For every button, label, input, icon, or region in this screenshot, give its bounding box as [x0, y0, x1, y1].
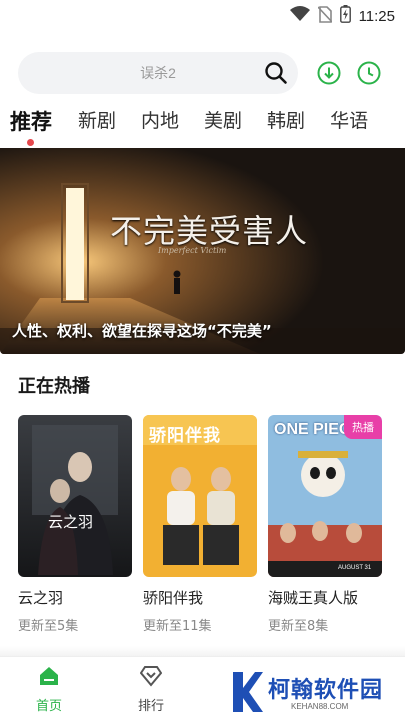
search-placeholder: 误杀2 [140, 65, 176, 81]
search-icon[interactable] [264, 61, 288, 89]
tab-us[interactable]: 美剧 [204, 106, 242, 133]
nav-home[interactable]: 首页 [14, 665, 84, 714]
banner-subtitle: Imperfect Victim [158, 246, 227, 255]
no-sim-icon [316, 5, 333, 27]
tab-label: 美剧 [204, 110, 243, 132]
watermark-site: KEHAN88.COM [291, 702, 349, 711]
tab-label: 内地 [141, 110, 180, 132]
bottom-nav: 首页 排行 柯翰软件园 KEHAN88.COM [0, 656, 405, 720]
episode-status: 更新至5集 [18, 619, 79, 634]
tab-new[interactable]: 新剧 [78, 106, 116, 133]
home-icon [38, 667, 60, 691]
show-poster: ONE PIECE AUGUST 31 热播 [268, 415, 382, 577]
history-clock-icon[interactable] [357, 61, 381, 85]
section-title: 正在热播 [18, 376, 90, 397]
show-poster: 云之羽 [18, 415, 132, 577]
watermark: 柯翰软件园 KEHAN88.COM [205, 664, 405, 720]
tab-label: 新剧 [78, 110, 117, 132]
show-name: 骄阳伴我 [143, 589, 204, 607]
search-input[interactable]: 误杀2 [18, 52, 298, 94]
show-name: 云之羽 [18, 589, 64, 607]
tab-chinese[interactable]: 华语 [330, 106, 368, 133]
nav-ranking[interactable]: 排行 [116, 665, 186, 714]
poster-title: 云之羽 [48, 513, 94, 531]
nav-label: 排行 [137, 699, 164, 714]
kehan-logo [227, 670, 263, 718]
show-name: 海贼王真人版 [268, 589, 359, 607]
category-tabs: 推荐 新剧 内地 美剧 韩剧 华语 [10, 106, 405, 146]
diamond-rank-icon [139, 666, 163, 691]
poster-title: 骄阳伴我 [149, 426, 221, 446]
banner-caption: 人性、权利、欲望在探寻这场“不完美” [12, 322, 272, 340]
tab-recommend[interactable]: 推荐 [10, 106, 52, 146]
active-tab-indicator [27, 139, 34, 146]
tab-label: 推荐 [10, 110, 52, 134]
show-card[interactable]: 云之羽 云之羽 更新至5集 [18, 415, 132, 634]
show-card[interactable]: ONE PIECE AUGUST 31 热播 海贼王真人版 更新至8集 [268, 415, 382, 634]
watermark-brand: 柯翰软件园 [268, 678, 384, 703]
tab-korean[interactable]: 韩剧 [267, 106, 305, 133]
episode-status: 更新至8集 [268, 619, 329, 634]
wifi-icon [289, 6, 310, 26]
list-divider [0, 646, 405, 656]
tab-label: 韩剧 [267, 110, 306, 132]
now-playing-list: 云之羽 云之羽 更新至5集 骄阳伴我 骄阳伴我 更新至11集 ONE PIECE… [18, 415, 405, 635]
status-bar: 11:25 [0, 0, 405, 30]
app-screen: 11:25 误杀2 推荐 新剧 内地 美剧 韩剧 华语 不完美受害人 Imper… [0, 0, 405, 720]
search-row: 误杀2 [18, 52, 387, 94]
episode-status: 更新至11集 [143, 619, 212, 634]
battery-charging-icon [339, 5, 351, 27]
hot-badge: 热播 [344, 415, 382, 439]
nav-label: 首页 [35, 699, 62, 714]
poster-date: AUGUST 31 [338, 565, 372, 571]
tab-mainland[interactable]: 内地 [141, 106, 179, 133]
show-poster: 骄阳伴我 [143, 415, 257, 577]
tab-label: 华语 [330, 110, 369, 132]
show-card[interactable]: 骄阳伴我 骄阳伴我 更新至11集 [143, 415, 257, 634]
status-time: 11:25 [358, 7, 395, 25]
featured-banner[interactable]: 不完美受害人 Imperfect Victim 人性、权利、欲望在探寻这场“不完… [0, 148, 405, 354]
download-icon[interactable] [317, 61, 341, 85]
